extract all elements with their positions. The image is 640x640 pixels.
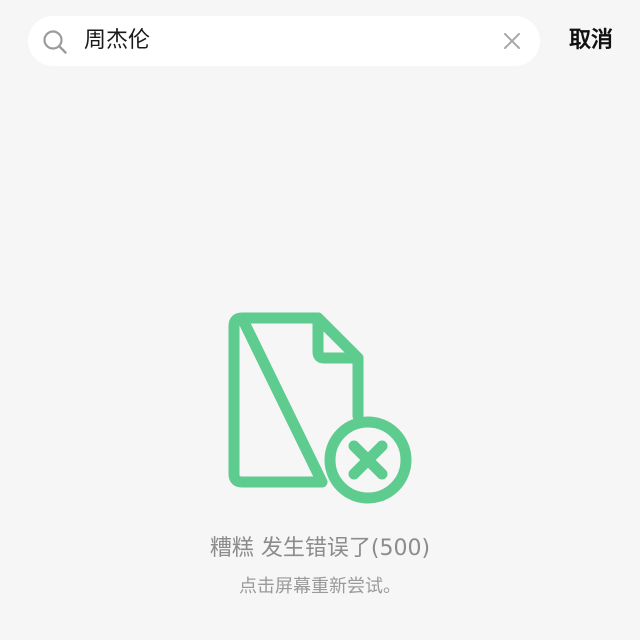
close-icon[interactable] [502, 31, 522, 51]
cancel-button[interactable]: 取消 [556, 16, 626, 66]
search-icon [43, 30, 67, 54]
retry-hint[interactable]: 点击屏幕重新尝试。 [0, 572, 640, 598]
search-error-screen[interactable]: 周杰伦 取消 糟糕 发生错误了(500) 点击屏幕重新尝试。 [0, 0, 640, 640]
search-bar[interactable]: 周杰伦 [28, 16, 540, 66]
search-input[interactable]: 周杰伦 [84, 16, 484, 66]
error-title: 糟糕 发生错误了(500) [209, 536, 431, 561]
file-error-icon [228, 312, 412, 504]
